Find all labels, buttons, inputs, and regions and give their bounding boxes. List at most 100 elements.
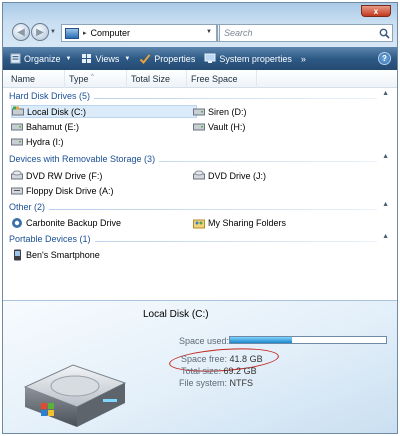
column-type-label: Type [69,74,89,84]
back-arrow-icon: ◀ [17,26,25,38]
drive-hydra-i[interactable]: Hydra (I:) [11,135,64,148]
recent-pages-dropdown[interactable]: ▼ [50,29,56,35]
group-label: Portable Devices (1) [9,234,95,244]
address-dropdown-icon[interactable]: ▼ [206,29,212,35]
collapse-icon[interactable]: ▲ [382,90,389,97]
help-icon: ? [382,54,387,63]
close-icon: x [373,6,379,16]
details-title: Local Disk (C:) [143,309,209,320]
drive-label: DVD RW Drive (F:) [26,170,103,181]
chevron-down-icon: ▼ [65,55,72,62]
drive-dvd-j[interactable]: DVD Drive (J:) [193,169,266,182]
total-size-label: Total size: [181,366,222,376]
forward-button[interactable]: ▶ [31,23,49,41]
checkmark-icon [139,53,151,65]
drive-dvd-rw-f[interactable]: DVD RW Drive (F:) [11,169,102,182]
sharing-folders-icon [193,217,205,228]
details-pane: Local Disk (C:) Space used: Space free: … [3,300,397,433]
drive-label: Floppy Disk Drive (A:) [26,185,114,196]
system-properties-label: System properties [219,53,292,64]
drive-label: Siren (D:) [208,106,247,117]
search-input[interactable]: Search [219,24,393,42]
item-label: Ben's Smartphone [26,249,100,260]
file-system-row: File system: NTFS [179,378,253,388]
views-icon [80,53,92,65]
close-button[interactable]: x [361,5,391,17]
drive-label: Hydra (I:) [26,136,64,147]
item-my-sharing-folders[interactable]: My Sharing Folders [193,216,286,229]
hard-drive-icon [193,121,205,132]
properties-label: Properties [154,53,196,64]
group-header-portable-devices[interactable]: Portable Devices (1) ▲ [9,233,389,247]
floppy-drive-icon [11,185,23,196]
item-label: My Sharing Folders [208,217,287,228]
device-bens-smartphone[interactable]: Ben's Smartphone [11,248,100,261]
collapse-icon[interactable]: ▲ [382,201,389,208]
drive-siren-d[interactable]: Siren (D:) [193,105,247,118]
sort-ascending-icon: ^ [91,74,94,80]
space-free-value: 41.8 GB [229,354,263,364]
column-total-size[interactable]: Total Size [127,70,187,88]
forward-arrow-icon: ▶ [36,26,44,38]
back-button[interactable]: ◀ [12,23,30,41]
drive-label: DVD Drive (J:) [208,170,266,181]
windows-drive-icon [12,106,24,117]
title-bar: x ◀ ▶ ▼ ▸ Computer ▼ ⟳ Search [3,3,397,47]
group-label: Devices with Removable Storage (3) [9,154,160,164]
views-label: Views [95,53,120,64]
hard-drive-large-icon [13,357,131,433]
group-header-other[interactable]: Other (2) ▲ [9,201,389,215]
drive-list: Hard Disk Drives (5) ▲ Local Disk (C:) S… [3,88,397,300]
dvd-drive-icon [193,170,205,181]
drive-label: Bahamut (E:) [26,121,80,132]
group-divider [9,209,377,210]
hard-drive-icon [193,106,205,117]
address-bar[interactable]: ▸ Computer ▼ [61,24,217,42]
column-free-space[interactable]: Free Space [187,70,257,88]
column-headers: Name ^ Type Total Size Free Space [3,70,397,88]
views-button[interactable]: Views ▼ [80,53,130,65]
space-free-row: Space free: 41.8 GB [181,354,263,364]
drive-floppy-a[interactable]: Floppy Disk Drive (A:) [11,184,114,197]
breadcrumb-separator: ▸ [83,30,87,37]
space-used-label: Space used: [179,336,230,346]
hard-drive-icon [11,136,23,147]
system-properties-button[interactable]: System properties [204,53,292,65]
file-system-label: File system: [179,378,228,388]
smartphone-icon [11,249,23,260]
explorer-window: x ◀ ▶ ▼ ▸ Computer ▼ ⟳ Search Organize ▼ [2,2,398,434]
collapse-icon[interactable]: ▲ [382,233,389,240]
column-name[interactable]: Name [7,70,65,88]
more-commands-button[interactable]: » [301,54,306,64]
help-button[interactable]: ? [378,52,391,65]
search-icon[interactable] [376,26,392,40]
total-size-value: 69.2 GB [223,366,257,376]
space-free-label: Space free: [181,354,228,364]
drive-bahamut-e[interactable]: Bahamut (E:) [11,120,79,133]
drive-vault-h[interactable]: Vault (H:) [193,120,245,133]
command-bar: Organize ▼ Views ▼ Properties System pro… [3,47,397,70]
group-header-hard-disk-drives[interactable]: Hard Disk Drives (5) ▲ [9,90,389,104]
chevron-down-icon: ▼ [124,55,131,62]
hard-drive-icon [11,121,23,132]
column-type[interactable]: ^ Type [65,70,127,88]
organize-button[interactable]: Organize ▼ [9,53,71,65]
drive-local-disk-c[interactable]: Local Disk (C:) [11,105,198,118]
total-size-row: Total size: 69.2 GB [181,366,257,376]
space-used-bar [229,336,387,344]
breadcrumb-computer[interactable]: Computer [91,28,131,38]
system-properties-icon [204,53,216,65]
organize-label: Organize [24,53,61,64]
computer-icon [65,27,79,39]
properties-button[interactable]: Properties [139,53,195,65]
item-carbonite-backup-drive[interactable]: Carbonite Backup Drive [11,216,121,229]
file-system-value: NTFS [229,378,254,388]
drive-label: Local Disk (C:) [27,106,87,117]
search-placeholder: Search [224,28,253,38]
group-label: Other (2) [9,202,50,212]
group-label: Hard Disk Drives (5) [9,91,95,101]
collapse-icon[interactable]: ▲ [382,153,389,160]
group-header-removable-storage[interactable]: Devices with Removable Storage (3) ▲ [9,153,389,167]
drive-label: Vault (H:) [208,121,246,132]
dvd-drive-icon [11,170,23,181]
